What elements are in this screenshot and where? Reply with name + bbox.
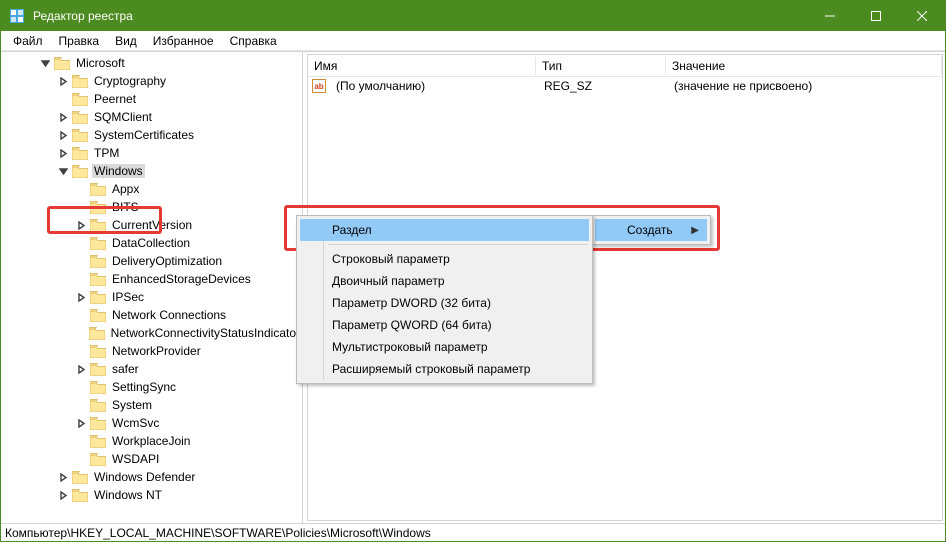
folder-icon — [72, 129, 88, 142]
tree-item-networkconnections[interactable]: Network Connections — [1, 306, 302, 324]
folder-icon — [90, 345, 106, 358]
tree-item-datacollection[interactable]: DataCollection — [1, 234, 302, 252]
folder-icon — [90, 417, 106, 430]
tree-item-systemcertificates[interactable]: SystemCertificates — [1, 126, 302, 144]
tree-item-currentversion[interactable]: CurrentVersion — [1, 216, 302, 234]
menu-item-string[interactable]: Строковый параметр — [300, 248, 589, 270]
menu-item-multistring[interactable]: Мультистроковый параметр — [300, 336, 589, 358]
folder-icon — [90, 363, 106, 376]
folder-icon — [90, 291, 106, 304]
menu-item-binary[interactable]: Двоичный параметр — [300, 270, 589, 292]
folder-icon — [89, 327, 105, 340]
cell-name: (По умолчанию) — [330, 79, 538, 93]
menu-item-dword[interactable]: Параметр DWORD (32 бита) — [300, 292, 589, 314]
folder-icon — [72, 471, 88, 484]
regedit-icon — [9, 8, 25, 24]
menu-item-create[interactable]: Создать ▶ — [595, 219, 707, 241]
menubar: Файл Правка Вид Избранное Справка — [1, 31, 945, 51]
tree-item-windowsnt[interactable]: Windows NT — [1, 486, 302, 504]
folder-icon — [90, 453, 106, 466]
folder-icon — [90, 273, 106, 286]
folder-icon — [72, 93, 88, 106]
folder-icon — [90, 309, 106, 322]
tree-item-sqmclient[interactable]: SQMClient — [1, 108, 302, 126]
menu-item-qword[interactable]: Параметр QWORD (64 бита) — [300, 314, 589, 336]
close-button[interactable] — [899, 1, 945, 31]
minimize-button[interactable] — [807, 1, 853, 31]
status-path: Компьютер\HKEY_LOCAL_MACHINE\SOFTWARE\Po… — [5, 526, 431, 540]
tree-item-tpm[interactable]: TPM — [1, 144, 302, 162]
folder-icon — [72, 111, 88, 124]
tree-item-deliveryoptimization[interactable]: DeliveryOptimization — [1, 252, 302, 270]
tree-item-microsoft[interactable]: Microsoft — [1, 54, 302, 72]
folder-icon — [72, 147, 88, 160]
menu-item-expandstring[interactable]: Расширяемый строковый параметр — [300, 358, 589, 380]
list-row[interactable]: ab (По умолчанию) REG_SZ (значение не пр… — [308, 77, 942, 95]
folder-icon — [72, 165, 88, 178]
tree-item-networkprovider[interactable]: NetworkProvider — [1, 342, 302, 360]
tree-item-windowsdefender[interactable]: Windows Defender — [1, 468, 302, 486]
tree-item-system[interactable]: System — [1, 396, 302, 414]
string-value-icon: ab — [312, 79, 326, 93]
folder-icon — [90, 219, 106, 232]
tree-item-networkconnectivity[interactable]: NetworkConnectivityStatusIndicator — [1, 324, 302, 342]
tree-item-enhancedstoragedevices[interactable]: EnhancedStorageDevices — [1, 270, 302, 288]
titlebar: Редактор реестра — [1, 1, 945, 31]
cell-type: REG_SZ — [538, 79, 668, 93]
tree-pane[interactable]: Microsoft Cryptography Peernet SQMClient… — [1, 52, 303, 523]
tree-item-settingsync[interactable]: SettingSync — [1, 378, 302, 396]
tree-item-bits[interactable]: BITS — [1, 198, 302, 216]
tree-item-appx[interactable]: Appx — [1, 180, 302, 198]
folder-icon — [90, 399, 106, 412]
tree-item-wsdapi[interactable]: WSDAPI — [1, 450, 302, 468]
maximize-button[interactable] — [853, 1, 899, 31]
cell-value: (значение не присвоено) — [668, 79, 942, 93]
col-value[interactable]: Значение — [666, 57, 942, 75]
folder-icon — [54, 57, 70, 70]
menu-help[interactable]: Справка — [222, 32, 285, 50]
folder-icon — [90, 237, 106, 250]
tree-item-cryptography[interactable]: Cryptography — [1, 72, 302, 90]
folder-icon — [72, 489, 88, 502]
folder-icon — [90, 201, 106, 214]
tree-item-ipsec[interactable]: IPSec — [1, 288, 302, 306]
tree-item-workplacejoin[interactable]: WorkplaceJoin — [1, 432, 302, 450]
tree-item-wcmsvc[interactable]: WcmSvc — [1, 414, 302, 432]
menu-edit[interactable]: Правка — [51, 32, 108, 50]
tree-item-peernet[interactable]: Peernet — [1, 90, 302, 108]
col-type[interactable]: Тип — [536, 57, 666, 75]
list-header: Имя Тип Значение — [308, 55, 942, 77]
tree-item-windows[interactable]: Windows — [1, 162, 302, 180]
context-menu-create: Создать ▶ — [591, 215, 711, 245]
context-submenu-new: Раздел Строковый параметр Двоичный парам… — [296, 215, 593, 384]
window-title: Редактор реестра — [33, 9, 807, 23]
menu-view[interactable]: Вид — [107, 32, 145, 50]
menu-item-section[interactable]: Раздел — [300, 219, 589, 241]
submenu-arrow-icon: ▶ — [691, 225, 699, 236]
folder-icon — [90, 435, 106, 448]
menu-favorites[interactable]: Избранное — [145, 32, 222, 50]
folder-icon — [72, 75, 88, 88]
folder-icon — [90, 255, 106, 268]
folder-icon — [90, 381, 106, 394]
folder-icon — [90, 183, 106, 196]
statusbar: Компьютер\HKEY_LOCAL_MACHINE\SOFTWARE\Po… — [1, 523, 945, 541]
tree-item-safer[interactable]: safer — [1, 360, 302, 378]
col-name[interactable]: Имя — [308, 57, 536, 75]
menu-file[interactable]: Файл — [5, 32, 51, 50]
